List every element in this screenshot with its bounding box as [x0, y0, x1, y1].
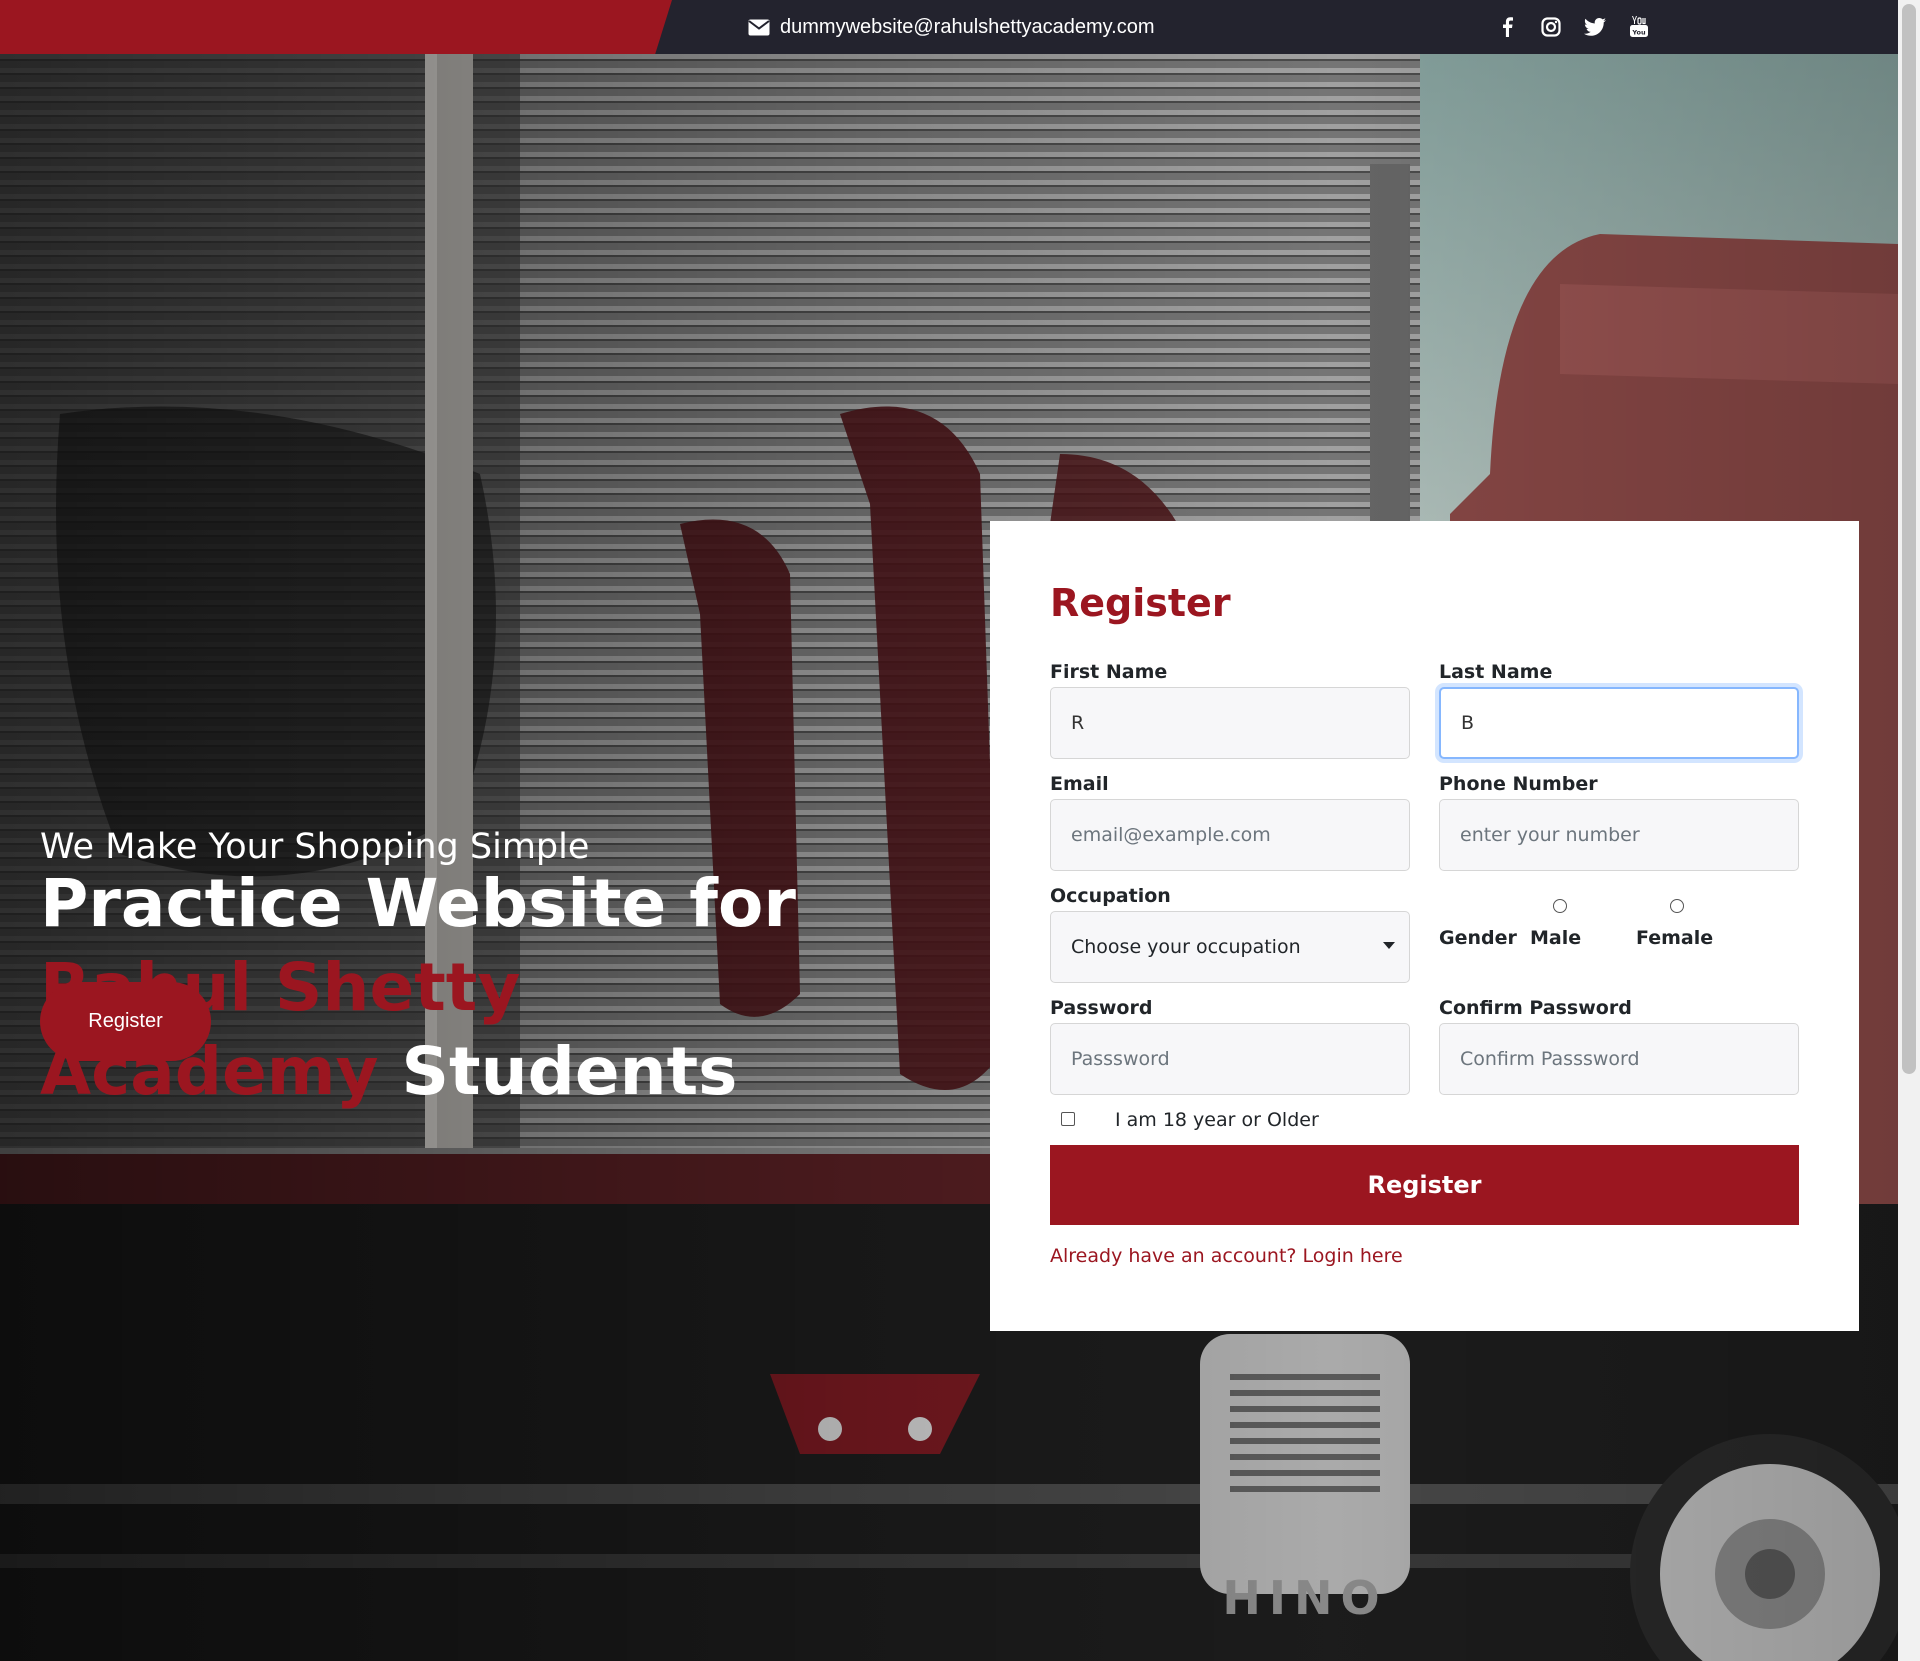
top-bar: dummywebsite@rahulshettyacademy.com You — [0, 0, 1898, 54]
register-title: Register — [1050, 581, 1231, 625]
contact-email-text: dummywebsite@rahulshettyacademy.com — [780, 15, 1155, 38]
phone-label: Phone Number — [1439, 773, 1598, 795]
hero-title-part2: Students — [378, 1033, 738, 1110]
occupation-select[interactable]: Choose your occupation — [1050, 911, 1410, 983]
login-link[interactable]: Already have an account? Login here — [1050, 1245, 1403, 1267]
gender-radio-male[interactable] — [1553, 899, 1567, 913]
contact-email: dummywebsite@rahulshettyacademy.com — [748, 14, 1155, 40]
gender-radio-female[interactable] — [1670, 899, 1684, 913]
top-bar-accent — [0, 0, 672, 54]
register-card: Register First Name Last Name Email Phon… — [990, 521, 1859, 1331]
gender-option-female: Female — [1636, 927, 1714, 949]
svg-text:You: You — [1631, 29, 1646, 37]
facebook-icon[interactable] — [1496, 16, 1518, 38]
hero-register-button[interactable]: Register — [40, 982, 211, 1061]
youtube-icon[interactable]: You — [1628, 16, 1650, 38]
phone-input[interactable] — [1439, 799, 1799, 871]
age-checkbox[interactable] — [1061, 1112, 1075, 1126]
password-input[interactable] — [1050, 1023, 1410, 1095]
first-name-label: First Name — [1050, 661, 1168, 683]
occupation-label: Occupation — [1050, 885, 1171, 907]
hero-title-part1: Practice Website for — [40, 865, 796, 942]
last-name-label: Last Name — [1439, 661, 1553, 683]
occupation-selected-value: Choose your occupation — [1071, 936, 1301, 958]
age-checkbox-label: I am 18 year or Older — [1115, 1109, 1319, 1131]
last-name-input[interactable] — [1439, 687, 1799, 759]
confirm-password-input[interactable] — [1439, 1023, 1799, 1095]
twitter-icon[interactable] — [1584, 16, 1606, 38]
instagram-icon[interactable] — [1540, 16, 1562, 38]
hero-subtitle: We Make Your Shopping Simple — [40, 827, 590, 867]
confirm-password-label: Confirm Password — [1439, 997, 1632, 1019]
first-name-input[interactable] — [1050, 687, 1410, 759]
page-scrollbar[interactable] — [1898, 0, 1920, 1661]
envelope-icon — [748, 19, 770, 35]
gender-option-male: Male — [1530, 927, 1582, 949]
password-label: Password — [1050, 997, 1153, 1019]
gender-label: Gender — [1439, 927, 1517, 949]
scrollbar-thumb[interactable] — [1902, 4, 1916, 1074]
register-submit-button[interactable]: Register — [1050, 1145, 1799, 1225]
social-links: You — [1496, 14, 1650, 40]
email-input[interactable] — [1050, 799, 1410, 871]
email-label: Email — [1050, 773, 1109, 795]
chevron-down-icon — [1383, 942, 1395, 949]
